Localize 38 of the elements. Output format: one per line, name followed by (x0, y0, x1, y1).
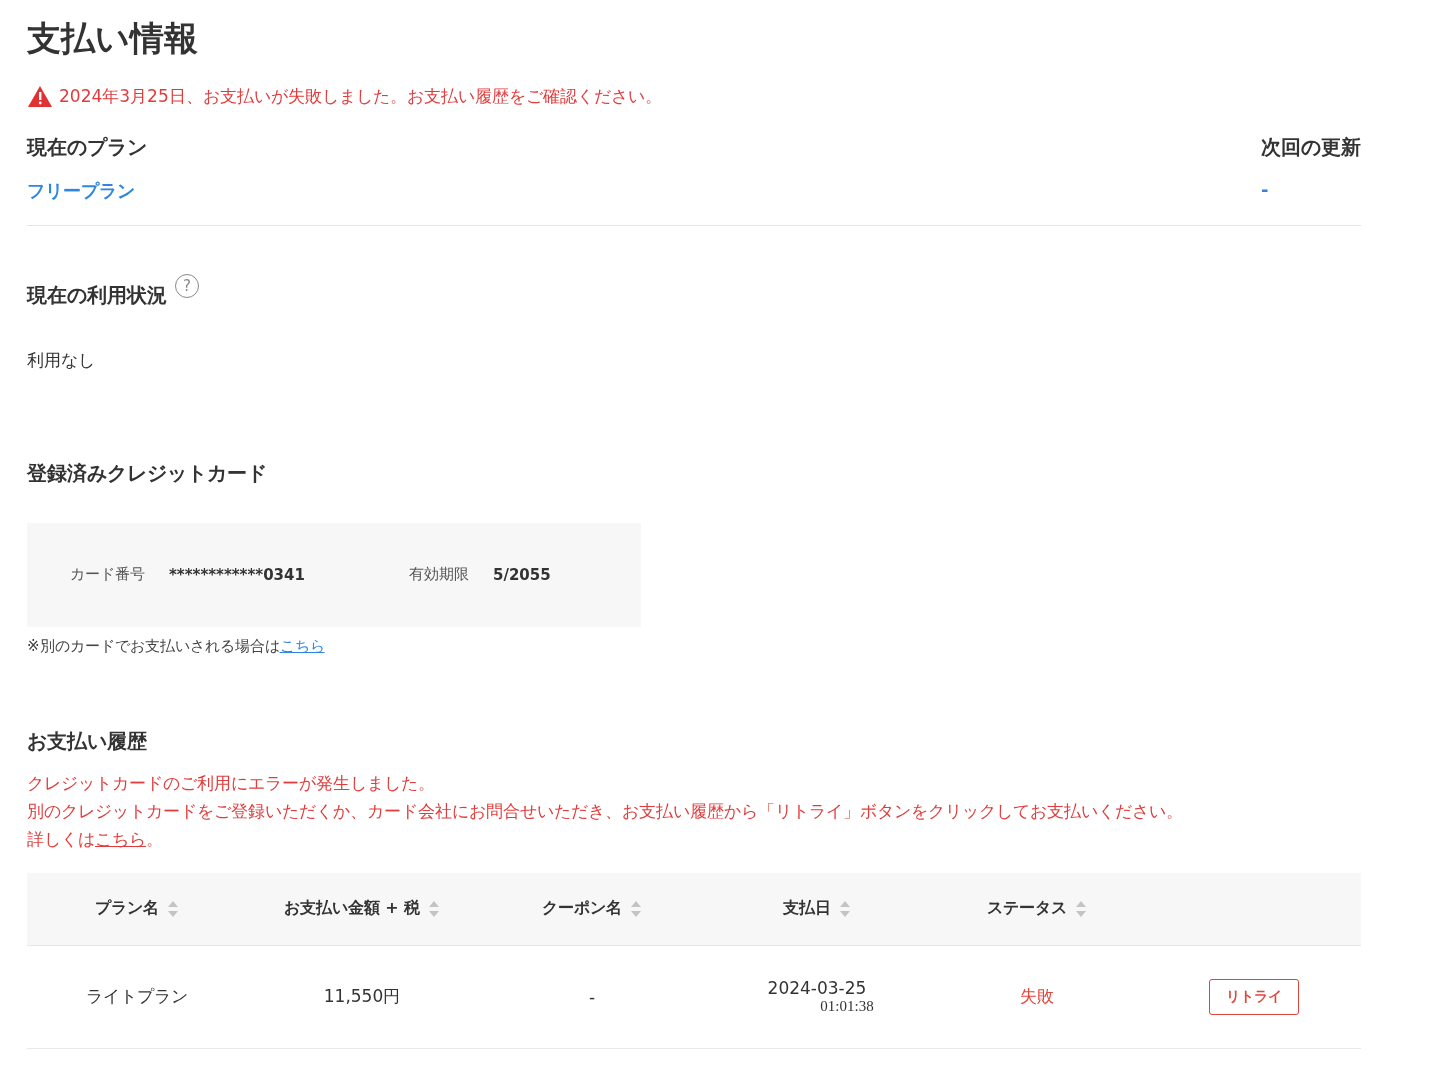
warning-icon (27, 84, 53, 108)
coupon-cell: - (588, 986, 596, 1007)
column-header: クーポン名 (542, 898, 622, 920)
card-change-link[interactable]: こちら (279, 636, 325, 655)
page-title: 支払い情報 (27, 18, 199, 59)
card-note: ※別のカードでお支払いされる場合はこちら (27, 636, 326, 656)
expiry-value: 5/2055 (493, 565, 551, 584)
payment-time: 01:01:38 (820, 998, 874, 1016)
error-message: 別のクレジットカードをご登録いただくか、カード会社にお問合せいただき、お支払い履歴から「リトライ」ボタンをクリックしてお支払いください。 (27, 799, 1184, 823)
next-renewal-label: 次回の更新 (1261, 133, 1361, 161)
retry-button[interactable]: リトライ (1209, 978, 1299, 1015)
card-number: ************0341 (169, 565, 306, 584)
sort-icon[interactable] (167, 899, 179, 918)
current-plan-value: フリープラン (27, 178, 136, 203)
status-cell: 失敗 (1020, 985, 1054, 1009)
column-header: プラン名 (95, 898, 159, 920)
error-message: クレジットカードのご利用にエラーが発生しました。 (27, 771, 436, 795)
card-number-label: カード番号 (70, 565, 145, 585)
sort-icon[interactable] (630, 899, 642, 918)
current-plan-label: 現在のプラン (27, 133, 147, 161)
payment-date: 2024-03-25 (767, 978, 867, 999)
sort-icon[interactable] (839, 899, 851, 918)
column-header: ステータス (987, 898, 1067, 920)
plan-cell: ライトプラン (86, 985, 188, 1009)
next-renewal-value: - (1261, 178, 1270, 200)
expiry-label: 有効期限 (409, 565, 469, 585)
sort-icon[interactable] (428, 899, 441, 918)
credit-card-heading: 登録済みクレジットカード (27, 459, 268, 487)
sort-icon[interactable] (1075, 899, 1087, 918)
column-header: 支払日 (783, 898, 831, 920)
column-header: お支払い金額 + 税 (283, 898, 421, 920)
usage-heading: 現在の利用状況 (27, 281, 167, 309)
amount-cell: 11,550円 (323, 985, 401, 1009)
payment-history-heading: お支払い履歴 (27, 727, 148, 755)
alert-message: 2024年3月25日、お支払いが失敗しました。お支払い履歴をご確認ください。 (59, 84, 662, 108)
usage-value: 利用なし (27, 348, 96, 372)
details-link[interactable]: こちら (95, 828, 146, 849)
details-message: 詳しくはこちら。 (27, 827, 164, 851)
